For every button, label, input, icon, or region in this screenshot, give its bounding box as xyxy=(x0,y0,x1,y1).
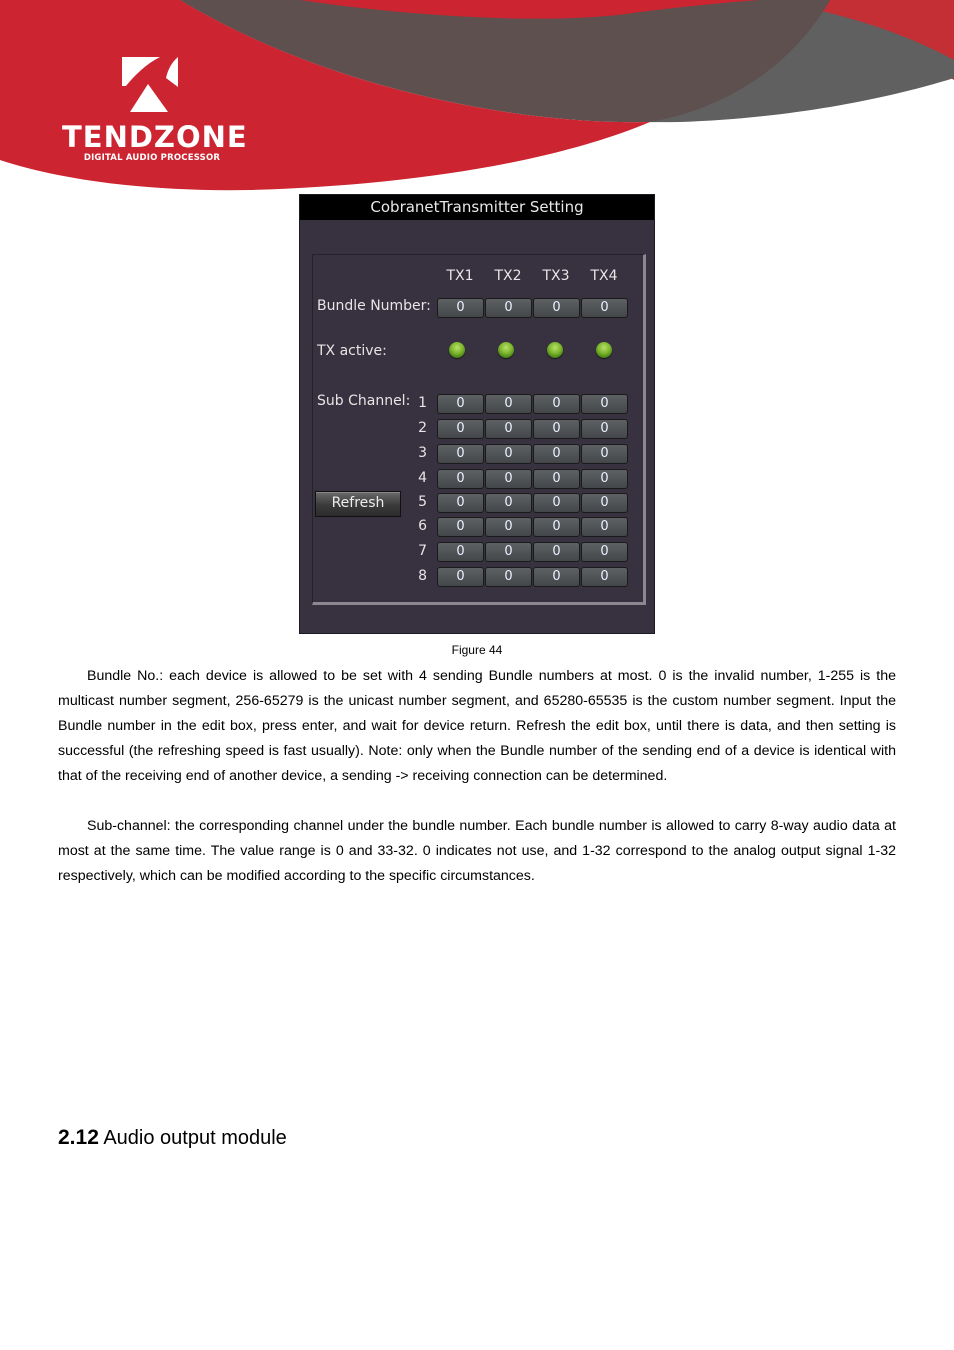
sub-channel-5-tx2-input[interactable]: 0 xyxy=(485,493,532,513)
section-number: 2.12 xyxy=(58,1126,99,1149)
paragraph-bundle-no: Bundle No.: each device is allowed to be… xyxy=(58,664,896,789)
bundle-number-tx2-input[interactable]: 0 xyxy=(485,298,532,318)
sub-channel-8-tx3-input[interactable]: 0 xyxy=(533,567,580,587)
sub-channel-6-tx3-input[interactable]: 0 xyxy=(533,517,580,537)
tx1-active-led-icon xyxy=(449,342,465,358)
sub-channel-number: 3 xyxy=(418,445,427,461)
section-title: Audio output module xyxy=(103,1127,287,1149)
tx4-active-led-icon xyxy=(596,342,612,358)
figure-caption: Figure 44 xyxy=(451,643,503,657)
sub-channel-number: 5 xyxy=(418,494,427,510)
sub-channel-3-tx3-input[interactable]: 0 xyxy=(533,444,580,464)
sub-channel-8-tx4-input[interactable]: 0 xyxy=(581,567,628,587)
sub-channel-2-tx1-input[interactable]: 0 xyxy=(437,419,484,439)
paragraph-sub-channel: Sub-channel: the corresponding channel u… xyxy=(58,814,896,889)
sub-channel-label: Sub Channel: xyxy=(317,393,411,409)
sub-channel-4-tx4-input[interactable]: 0 xyxy=(581,469,628,489)
sub-channel-number: 6 xyxy=(418,518,427,534)
brand-tagline: DIGITAL AUDIO PROCESSOR xyxy=(83,153,221,163)
bundle-number-tx3-input[interactable]: 0 xyxy=(533,298,580,318)
sub-channel-number: 4 xyxy=(418,470,427,486)
sub-channel-1-tx3-input[interactable]: 0 xyxy=(533,394,580,414)
bundle-number-label: Bundle Number: xyxy=(317,298,431,314)
bundle-number-tx4-input[interactable]: 0 xyxy=(581,298,628,318)
column-header-tx4: TX4 xyxy=(590,268,618,284)
sub-channel-3-tx2-input[interactable]: 0 xyxy=(485,444,532,464)
tx-active-label: TX active: xyxy=(317,343,387,359)
sub-channel-number: 7 xyxy=(418,543,427,559)
sub-channel-7-tx3-input[interactable]: 0 xyxy=(533,542,580,562)
sub-channel-3-tx1-input[interactable]: 0 xyxy=(437,444,484,464)
sub-channel-4-tx2-input[interactable]: 0 xyxy=(485,469,532,489)
refresh-button[interactable]: Refresh xyxy=(315,491,401,517)
sub-channel-4-tx1-input[interactable]: 0 xyxy=(437,469,484,489)
sub-channel-number: 1 xyxy=(418,395,427,411)
sub-channel-7-tx2-input[interactable]: 0 xyxy=(485,542,532,562)
sub-channel-7-tx4-input[interactable]: 0 xyxy=(581,542,628,562)
sub-channel-5-tx1-input[interactable]: 0 xyxy=(437,493,484,513)
tx3-active-led-icon xyxy=(547,342,563,358)
sub-channel-2-tx4-input[interactable]: 0 xyxy=(581,419,628,439)
cobranet-transmitter-dialog: CobranetTransmitter Setting TX1 TX2 TX3 … xyxy=(299,194,655,634)
paragraph-bundle-no-text: Bundle No.: each device is allowed to be… xyxy=(58,668,896,784)
tendzone-logo-icon xyxy=(122,57,178,112)
column-header-tx1: TX1 xyxy=(446,268,474,284)
column-header-tx2: TX2 xyxy=(494,268,522,284)
paragraph-sub-channel-text: Sub-channel: the corresponding channel u… xyxy=(58,818,896,884)
sub-channel-4-tx3-input[interactable]: 0 xyxy=(533,469,580,489)
sub-channel-number: 8 xyxy=(418,568,427,584)
tx2-active-led-icon xyxy=(498,342,514,358)
sub-channel-8-tx1-input[interactable]: 0 xyxy=(437,567,484,587)
column-header-tx3: TX3 xyxy=(542,268,570,284)
sub-channel-6-tx2-input[interactable]: 0 xyxy=(485,517,532,537)
brand-name: TENDZONE xyxy=(62,120,248,154)
sub-channel-2-tx3-input[interactable]: 0 xyxy=(533,419,580,439)
sub-channel-7-tx1-input[interactable]: 0 xyxy=(437,542,484,562)
sub-channel-2-tx2-input[interactable]: 0 xyxy=(485,419,532,439)
dialog-title: CobranetTransmitter Setting xyxy=(300,195,654,220)
sub-channel-6-tx1-input[interactable]: 0 xyxy=(437,517,484,537)
sub-channel-1-tx2-input[interactable]: 0 xyxy=(485,394,532,414)
sub-channel-3-tx4-input[interactable]: 0 xyxy=(581,444,628,464)
company-logo: TENDZONE DIGITAL AUDIO PROCESSOR xyxy=(62,52,248,172)
sub-channel-5-tx4-input[interactable]: 0 xyxy=(581,493,628,513)
section-heading: 2.12 Audio output module xyxy=(58,1126,287,1150)
sub-channel-number: 2 xyxy=(418,420,427,436)
sub-channel-1-tx4-input[interactable]: 0 xyxy=(581,394,628,414)
bundle-number-tx1-input[interactable]: 0 xyxy=(437,298,484,318)
sub-channel-1-tx1-input[interactable]: 0 xyxy=(437,394,484,414)
sub-channel-5-tx3-input[interactable]: 0 xyxy=(533,493,580,513)
sub-channel-6-tx4-input[interactable]: 0 xyxy=(581,517,628,537)
sub-channel-8-tx2-input[interactable]: 0 xyxy=(485,567,532,587)
